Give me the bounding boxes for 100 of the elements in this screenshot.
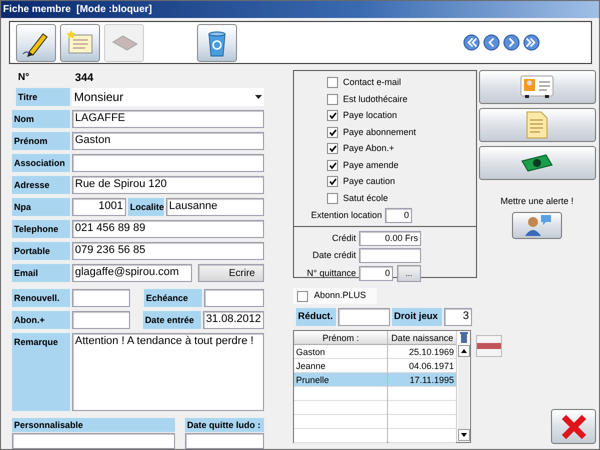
banknote-icon: [520, 153, 554, 173]
field-label: Echéance: [144, 289, 202, 307]
document-icon: [525, 111, 549, 139]
toolbar-button[interactable]: [197, 24, 237, 62]
field-label: Email: [12, 264, 70, 282]
window-title: Fiche membre [Mode :bloquer]: [1, 1, 599, 18]
input-field[interactable]: Lausanne: [166, 198, 264, 216]
field-label: Localite: [128, 198, 164, 216]
checkbox[interactable]: [327, 94, 338, 105]
checkbox-label: Paye Abon.+: [343, 142, 394, 155]
table-cell[interactable]: Gaston: [294, 345, 388, 359]
field-label: Droit jeux: [392, 308, 442, 326]
checkbox-label: Satut école: [343, 192, 388, 204]
alert-button[interactable]: [512, 212, 562, 238]
field-label: Prénom: [12, 132, 70, 150]
input-field[interactable]: 021 456 89 89: [72, 220, 264, 238]
remove-button[interactable]: [476, 335, 502, 357]
table-cell[interactable]: 25.10.1969: [388, 345, 456, 359]
check-icon: [328, 178, 336, 186]
input-field[interactable]: 3: [444, 308, 472, 326]
checkbox[interactable]: [327, 77, 338, 88]
field-label: Adresse: [12, 176, 70, 194]
field-label: Date crédit: [311, 248, 356, 262]
checkbox[interactable]: [327, 143, 338, 154]
side-button[interactable]: [478, 108, 596, 142]
input-field[interactable]: glagaffe@spirou.com: [72, 264, 192, 282]
input-field[interactable]: 1001: [72, 198, 126, 216]
input-field[interactable]: [72, 154, 264, 172]
input-field[interactable]: [204, 289, 264, 307]
field-label: Abon.+: [12, 311, 70, 329]
remark-field[interactable]: Attention ! A tendance à tout perdre !: [72, 333, 264, 411]
input-field[interactable]: Rue de Spirou 120: [72, 176, 264, 194]
nav-button[interactable]: [463, 34, 480, 51]
input-field[interactable]: [72, 311, 130, 329]
nav-button[interactable]: [503, 34, 520, 51]
checkbox-label: Paye abonnement: [343, 126, 416, 139]
close-button[interactable]: [551, 409, 596, 444]
field-label: Association: [12, 154, 70, 172]
input-field[interactable]: [359, 248, 421, 263]
field-label: Réduct.: [296, 308, 336, 326]
checkbox[interactable]: [327, 126, 338, 138]
field-label: Extention location: [311, 208, 382, 222]
field-label: Crédit: [330, 232, 356, 245]
number-label: N°: [17, 71, 30, 84]
checkbox-label: Est ludothécaire: [343, 92, 408, 106]
checkbox[interactable]: [327, 110, 338, 122]
input-field[interactable]: [338, 308, 390, 326]
table-cell[interactable]: 17.11.1995: [388, 373, 456, 387]
member-number: 344: [74, 71, 94, 84]
checkbox[interactable]: [297, 290, 308, 302]
input-field[interactable]: 079 236 56 85: [72, 242, 264, 260]
alert-label: Mettre une alerte !: [500, 195, 574, 208]
person-speech-icon: [522, 214, 552, 236]
field-label: N° quittance: [306, 266, 356, 280]
field-label: Telephone: [12, 220, 70, 238]
toolbar-button[interactable]: [16, 24, 56, 62]
input-field[interactable]: [72, 289, 130, 307]
field-label: Remarque: [12, 333, 70, 411]
field-label: Renouvell.: [12, 289, 70, 307]
check-icon: [328, 128, 336, 136]
trash-icon: [460, 332, 468, 343]
nav-button[interactable]: [483, 34, 500, 51]
field-label: Npa: [12, 198, 70, 216]
checkbox-label: Paye location: [343, 109, 398, 122]
input-field[interactable]: [12, 433, 175, 449]
nav-button[interactable]: [523, 34, 540, 51]
table-cell[interactable]: Prunelle: [294, 373, 388, 387]
input-field[interactable]: 31.08.2012: [202, 311, 264, 329]
check-icon: [328, 162, 336, 169]
input-field[interactable]: [185, 433, 264, 449]
field-label: Titre: [16, 88, 70, 106]
field-label: Portable: [12, 242, 70, 260]
checkbox-label: Paye caution: [343, 175, 396, 188]
checkbox[interactable]: [327, 192, 338, 204]
checkbox[interactable]: [327, 160, 338, 171]
check-icon: [328, 112, 336, 120]
more-button[interactable]: ...: [397, 265, 421, 282]
input-field[interactable]: 0: [385, 208, 412, 223]
check-icon: [328, 145, 336, 152]
field-label: Personnalisable: [12, 418, 175, 432]
minus-icon: [477, 343, 501, 349]
field-label: Date entrée: [142, 311, 201, 329]
column-header: Date naissance: [388, 331, 456, 345]
input-field[interactable]: 0.00 Frs: [359, 231, 421, 246]
checkbox-label: Paye amende: [343, 158, 399, 172]
checkbox[interactable]: [327, 176, 338, 188]
side-button[interactable]: [478, 146, 596, 180]
field-label: Date quitte ludo :: [185, 418, 264, 432]
dropdown-arrow-icon: [255, 95, 262, 99]
id-card-icon: [520, 75, 554, 99]
checkbox-label: Abonn.PLUS: [314, 289, 366, 302]
field-label: Nom: [12, 110, 70, 128]
input-field[interactable]: LAGAFFE: [72, 110, 264, 128]
dropdown-field[interactable]: Monsieur: [72, 88, 264, 106]
scrollbar[interactable]: [458, 345, 469, 441]
input-field[interactable]: Gaston: [72, 132, 264, 150]
write-button[interactable]: Ecrire: [198, 264, 264, 282]
input-field[interactable]: 0: [359, 266, 393, 281]
checkbox-label: Contact e-mail: [343, 76, 402, 89]
side-button[interactable]: [478, 70, 596, 104]
